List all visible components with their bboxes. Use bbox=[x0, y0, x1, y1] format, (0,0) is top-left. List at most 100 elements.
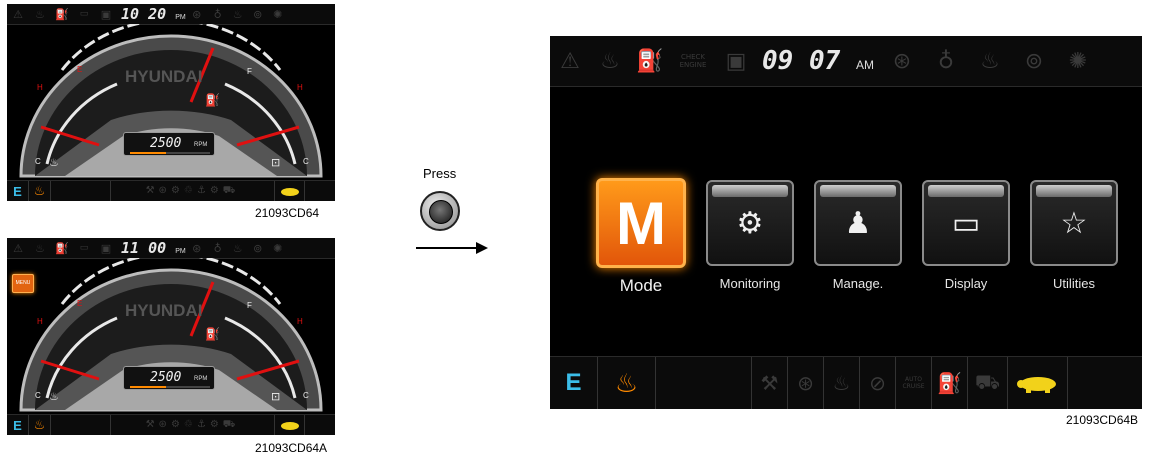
eco-cell: E bbox=[7, 415, 29, 435]
hydraulic-temp-icon: ⊡ bbox=[271, 390, 280, 403]
hydraulic-icon: ♨ bbox=[980, 48, 1000, 74]
rpm-bar bbox=[130, 386, 210, 388]
clock: 09 07 AM bbox=[762, 46, 874, 76]
check-engine-icon: CHECK ENGINE bbox=[679, 53, 707, 69]
gauge-letter-h2: H bbox=[297, 83, 303, 92]
bottom-status-bar: E ♨ ⚒⊛⚙♲⚓⚙⛟ bbox=[7, 414, 335, 435]
turtle-icon bbox=[275, 181, 305, 201]
menu-item-monitoring[interactable]: ⚙ bbox=[706, 180, 794, 266]
rpm-display: 2500 RPM bbox=[123, 132, 215, 156]
gauge-letter-c2: C bbox=[303, 391, 309, 400]
auto-cruise-label: AUTO CRUISE bbox=[896, 357, 932, 409]
gauge-letter-h1: H bbox=[37, 83, 43, 92]
seat-belt-icon: ♨ bbox=[33, 417, 46, 432]
star-icon: ☆ bbox=[1060, 206, 1088, 241]
status-bar: ⚠ ♨ ⛽ ▭ ▣ 10 20 PM ⊛ ♁ ♨ ⊚ ✺ bbox=[7, 4, 335, 25]
coolant-icon: ♨ bbox=[35, 241, 45, 255]
menu-label-mode: Mode bbox=[619, 276, 663, 295]
preheat-icon: ✺ bbox=[273, 241, 283, 255]
pump-icon: ♁ bbox=[937, 48, 954, 74]
coolant-temp-icon: ♨ bbox=[49, 390, 59, 403]
gauge-letter-h2: H bbox=[297, 317, 303, 326]
clock-ampm: AM bbox=[855, 58, 874, 72]
gauge-letter-c1: C bbox=[35, 157, 41, 166]
battery-icon: ▣ bbox=[100, 7, 112, 21]
rpm-bar bbox=[130, 152, 210, 154]
gauge-brand: HYUNDAI bbox=[125, 67, 202, 86]
coolant-temp-icon: ♨ bbox=[49, 156, 59, 169]
fuel-pump-icon: ⛽ bbox=[205, 93, 220, 107]
clock-time: 09 07 bbox=[762, 46, 841, 76]
fuel-warmer-icon: ⛽ bbox=[932, 357, 968, 409]
person-icon: ♟ bbox=[844, 206, 872, 241]
right-arrow-icon bbox=[416, 242, 488, 254]
status-bar: ⚠ ♨ ⛽ CHECK ENGINE ▣ 09 07 AM ⊛ ♁ ♨ ⊚ ✺ bbox=[550, 36, 1142, 87]
press-label: Press bbox=[423, 166, 457, 181]
oil-icon: ⛽ bbox=[55, 241, 69, 255]
wiper-icon: ⊘ bbox=[860, 357, 896, 409]
coolant-icon: ♨ bbox=[600, 48, 620, 74]
menu-item-manage[interactable]: ♟ bbox=[814, 180, 902, 266]
hydraulic-icon: ♨ bbox=[232, 7, 243, 21]
check-engine-icon: ▭ bbox=[79, 243, 89, 253]
work-light-icon: ⚒ bbox=[752, 357, 788, 409]
status-icons-row: ⚒⊛⚙♲⚓⚙⛟ bbox=[111, 415, 275, 435]
menu-label-utilities: Utilities bbox=[1053, 276, 1095, 291]
hydraulic-temp-icon: ⊡ bbox=[271, 156, 280, 169]
menu-item-utilities[interactable]: ☆ bbox=[1030, 180, 1118, 266]
preheat-indicator-icon: ♨ bbox=[824, 357, 860, 409]
main-menu-screen: ⚠ ♨ ⛽ CHECK ENGINE ▣ 09 07 AM ⊛ ♁ ♨ ⊚ ✺ … bbox=[550, 36, 1142, 409]
menu-item-mode[interactable]: M bbox=[596, 178, 686, 268]
menu-label-manage: Manage. bbox=[832, 276, 884, 291]
bottom-status-bar: E ♨ ⚒ ⊛ ♨ ⊘ AUTO CRUISE ⛽ ⛟ bbox=[550, 356, 1142, 409]
travel-speed-icon: ⊛ bbox=[788, 357, 824, 409]
eco-indicator: E bbox=[13, 417, 22, 433]
mode-icon: M bbox=[616, 190, 666, 257]
filter-icon: ⊚ bbox=[1024, 48, 1044, 74]
rpm-unit: RPM bbox=[194, 142, 208, 148]
caption-main: 21093CD64B bbox=[1066, 413, 1139, 427]
gauge-letter-f: F bbox=[247, 301, 252, 310]
brake-icon: ⊛ bbox=[192, 7, 202, 21]
eco-indicator: E bbox=[565, 369, 582, 396]
fuel-pump-icon: ⛽ bbox=[205, 327, 220, 341]
gauge-brand: HYUNDAI bbox=[125, 301, 202, 320]
gauge-letter-f: F bbox=[247, 67, 252, 76]
battery-icon: ▣ bbox=[725, 48, 747, 74]
filter-icon: ⊚ bbox=[253, 241, 263, 255]
jog-dial-icon[interactable] bbox=[420, 191, 460, 231]
pump-icon: ♁ bbox=[213, 7, 222, 21]
menu-label-monitoring: Monitoring bbox=[719, 276, 781, 291]
battery-icon: ▣ bbox=[100, 241, 112, 255]
seat-cell: ♨ bbox=[598, 357, 656, 409]
caption-bottom-left: 21093CD64A bbox=[255, 441, 328, 455]
turtle-icon bbox=[275, 415, 305, 435]
gauge-cluster: HYUNDAI H E F H C C ⛽ ♨ ⊡ bbox=[19, 258, 323, 412]
status-bar: ⚠ ♨ ⛽ ▭ ▣ 11 00 PM ⊛ ♁ ♨ ⊚ ✺ bbox=[7, 238, 335, 259]
oil-icon: ⛽ bbox=[55, 7, 69, 21]
seat-belt-icon: ♨ bbox=[614, 367, 639, 398]
gear-icon: ⚙ bbox=[736, 206, 764, 241]
seat-cell: ♨ bbox=[29, 181, 51, 201]
caption-top-left: 21093CD64 bbox=[255, 206, 320, 220]
eco-cell: E bbox=[550, 357, 598, 409]
clock: 11 00 PM bbox=[121, 239, 186, 257]
menu-item-display[interactable]: ▭ bbox=[922, 180, 1010, 266]
brake-icon: ⊛ bbox=[192, 241, 202, 255]
rpm-value: 2500 bbox=[150, 370, 182, 385]
check-engine-icon: ▭ bbox=[79, 9, 89, 19]
gauge-cluster: HYUNDAI H E F H C C ⛽ ♨ ⊡ bbox=[19, 24, 323, 178]
gauge-letter-c1: C bbox=[35, 391, 41, 400]
travel-alarm-icon: ⛟ bbox=[968, 357, 1008, 409]
hydraulic-icon: ♨ bbox=[232, 241, 243, 255]
rpm-display: 2500 RPM bbox=[123, 366, 215, 390]
eco-indicator: E bbox=[13, 183, 22, 199]
tv-icon: ▭ bbox=[951, 206, 981, 241]
status-icons-row: ⚒⊛⚙♲⚓⚙⛟ bbox=[111, 181, 275, 201]
brake-icon: ⊛ bbox=[892, 48, 912, 74]
preheat-icon: ✺ bbox=[1068, 48, 1088, 74]
pump-icon: ♁ bbox=[213, 241, 222, 255]
coolant-icon: ♨ bbox=[35, 7, 45, 21]
warning-icon: ⚠ bbox=[560, 48, 580, 74]
gauge-letter-e: E bbox=[77, 65, 82, 74]
